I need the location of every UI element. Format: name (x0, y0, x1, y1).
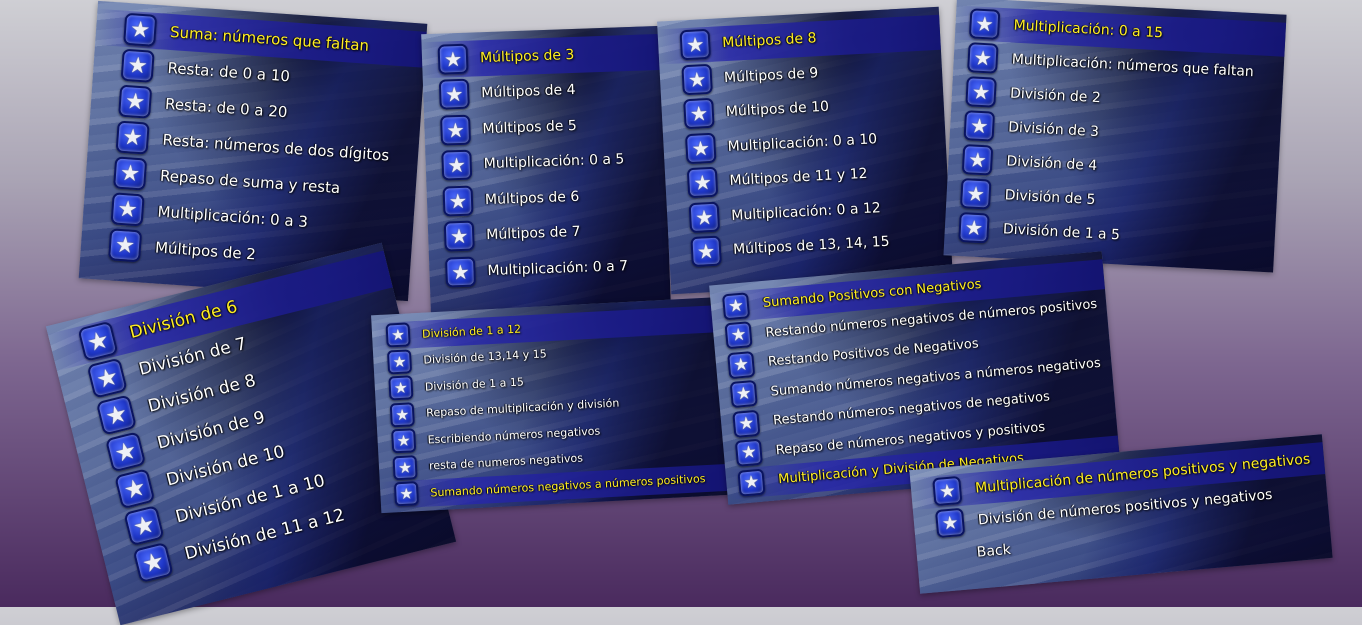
menu-item-label: Multiplicación: 0 a 15 (1013, 17, 1164, 42)
star-icon: ★ (967, 42, 999, 74)
star-icon: ★ (95, 394, 138, 436)
star-icon: ★ (934, 507, 966, 539)
menu-item-label: Multiplicación: 0 a 3 (156, 202, 309, 231)
menu-item-label: Repaso de multiplicación y división (425, 396, 620, 420)
star-icon: ★ (110, 192, 145, 227)
menu-panel-4: ★ Multiplicación: 0 a 15 ★ Multiplicación:… (943, 0, 1287, 273)
star-icon: ★ (681, 63, 713, 96)
star-icon: ★ (727, 350, 756, 379)
star-icon: ★ (442, 185, 474, 217)
menu-item-label: Múltipos de 4 (481, 82, 576, 102)
star-icon: ★ (932, 475, 963, 507)
star-icon: ★ (684, 132, 717, 164)
menu-item-label: resta de numeros negativos (428, 451, 584, 473)
star-icon: ★ (729, 380, 758, 409)
star-icon: ★ (732, 409, 761, 438)
menu-item-label: Resta: de 0 a 20 (164, 94, 288, 122)
star-icon: ★ (958, 211, 990, 244)
star-icon: ★ (441, 149, 473, 181)
menu-item-label: División de 5 (1004, 187, 1096, 209)
star-icon: ★ (686, 166, 719, 199)
star-icon: ★ (385, 322, 411, 348)
menu-item-label: División de 1 a 12 (421, 322, 522, 341)
star-icon: ★ (120, 48, 155, 83)
menu-item-label: Múltipos de 13, 14, 15 (732, 233, 890, 259)
star-icon: ★ (683, 97, 715, 130)
star-icon: ★ (114, 468, 156, 510)
menu-item-label: Múltipos de 5 (482, 117, 578, 137)
menu-item-label: División de 1 a 5 (1002, 221, 1121, 244)
star-icon: ★ (389, 401, 415, 428)
menu-item-label: Repaso de suma y resta (159, 166, 341, 198)
star-icon: ★ (108, 228, 143, 263)
star-icon: ★ (959, 178, 992, 210)
star-icon: ★ (440, 114, 472, 146)
back-button-label: Back (976, 541, 1012, 561)
star-icon: ★ (724, 321, 753, 350)
star-icon: ★ (965, 76, 997, 108)
menu-item-label: Múltipos de 9 (723, 64, 819, 86)
menu-item[interactable]: ★ Multiplicación: 0 a 7 (429, 247, 670, 291)
star-icon: ★ (77, 320, 119, 362)
menu-item-label: Múltipos de 2 (154, 238, 257, 264)
menu-item-label: Múltipos de 11 y 12 (729, 166, 868, 190)
star-icon: ★ (123, 505, 165, 547)
star-icon: ★ (392, 454, 418, 481)
menu-item-label: Escribiendo números negativos (427, 424, 601, 447)
menu-item-label: Múltipos de 8 (721, 30, 817, 52)
menu-item-label: División de 13,14 y 15 (423, 347, 547, 367)
star-icon: ★ (132, 541, 174, 584)
menu-item-label: División de 1 a 15 (424, 375, 525, 394)
menu-item-label: Multiplicación: 0 a 10 (727, 130, 878, 155)
star-icon: ★ (961, 144, 994, 176)
star-icon: ★ (444, 256, 477, 288)
menu-item-label: Multiplicación: 0 a 7 (487, 257, 629, 279)
menu-item-label: Suma: números que faltan (169, 22, 370, 55)
star-icon: ★ (123, 12, 158, 47)
menu-item-label: Múltipos de 3 (479, 46, 575, 66)
star-icon: ★ (104, 431, 147, 473)
star-icon: ★ (118, 84, 153, 119)
menu-panel-3: ★ Múltipos de 8 ★ Múltipos de 9 ★ Múltipos … (657, 6, 953, 295)
menu-item-label: División de 3 (1007, 119, 1100, 141)
menu-item-label: Multiplicación: 0 a 5 (483, 151, 625, 173)
star-icon: ★ (393, 481, 420, 507)
menu-item-label: Múltipos de 10 (725, 98, 830, 121)
menu-panel-6: ★ División de 1 a 12 ★ División de 13,14 y… (371, 296, 733, 514)
menu-item-label: División de 2 (1009, 85, 1102, 107)
star-icon: ★ (386, 349, 413, 375)
star-icon: ★ (391, 428, 417, 454)
menu-item-label: Múltipos de 7 (485, 224, 581, 244)
menu-item-label: División de 4 (1006, 153, 1098, 175)
menu-item-label: Múltipos de 6 (484, 188, 580, 208)
star-icon: ★ (734, 438, 763, 468)
star-icon: ★ (690, 235, 722, 268)
star-icon: ★ (388, 375, 414, 401)
star-icon: ★ (737, 468, 766, 497)
star-icon: ★ (115, 120, 150, 155)
menu-panel-2: ★ Múltipos de 3 ★ Múltipos de 4 ★ Múltipos … (421, 25, 671, 315)
star-icon: ★ (86, 357, 128, 399)
star-icon: ★ (113, 156, 148, 191)
star-icon: ★ (443, 220, 475, 252)
menu-item-label: Multiplicación: números que faltan (1011, 51, 1255, 81)
menu-item-label: Resta: de 0 a 10 (166, 58, 291, 86)
star-icon: ★ (688, 201, 721, 233)
star-icon: ★ (437, 43, 469, 75)
star-icon: ★ (438, 78, 470, 110)
star-icon: ★ (963, 110, 996, 142)
star-icon: ★ (721, 291, 751, 321)
star-icon: ★ (679, 29, 712, 61)
menu-item-label: Multiplicación: 0 a 12 (730, 199, 882, 224)
star-icon: ★ (968, 8, 1001, 40)
